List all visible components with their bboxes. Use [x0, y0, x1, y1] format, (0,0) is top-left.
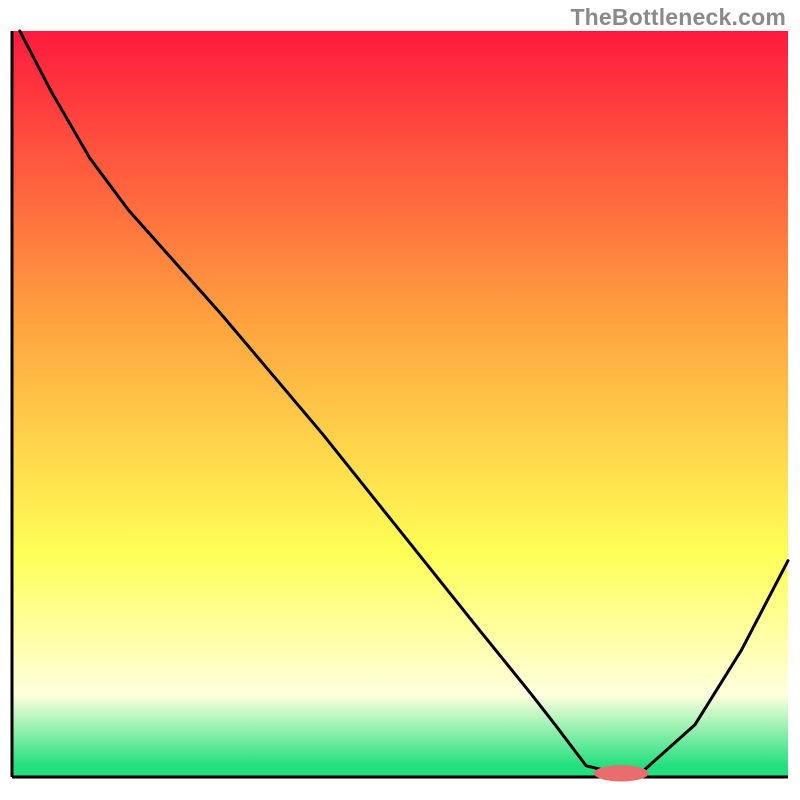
- bottleneck-chart: TheBottleneck.com: [0, 0, 800, 800]
- attribution-label: TheBottleneck.com: [570, 4, 786, 31]
- plot-background: [12, 31, 788, 777]
- chart-svg: [0, 0, 800, 800]
- optimal-marker: [594, 765, 648, 781]
